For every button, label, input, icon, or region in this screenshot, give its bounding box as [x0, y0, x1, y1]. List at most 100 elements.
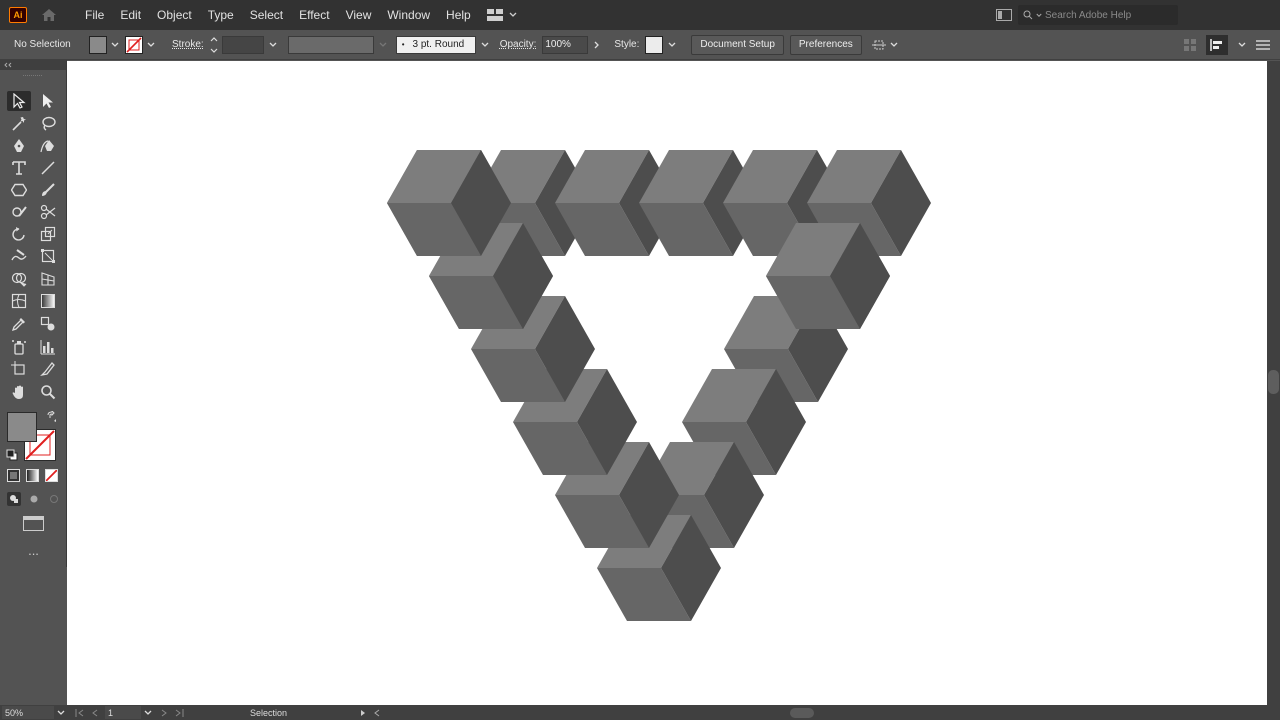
next-artboard-icon[interactable] [160, 709, 168, 717]
chevron-down-icon[interactable] [110, 40, 120, 50]
opacity-label[interactable]: Opacity: [500, 39, 537, 50]
preferences-button[interactable]: Preferences [789, 34, 862, 55]
direct-selection-tool[interactable] [36, 91, 60, 111]
last-artboard-icon[interactable] [174, 708, 184, 717]
vertical-scroll-thumb[interactable] [1268, 370, 1279, 394]
scissors-tool[interactable] [36, 202, 60, 222]
curvature-icon [40, 140, 54, 153]
graphic-style-swatch[interactable] [645, 35, 664, 54]
search-help-input[interactable]: Search Adobe Help [1018, 5, 1178, 25]
menu-file[interactable]: File [77, 0, 112, 30]
document-setup-button[interactable]: Document Setup [691, 34, 784, 55]
shape-builder-tool[interactable] [7, 269, 31, 289]
blend-tool[interactable] [36, 314, 60, 334]
menu-icon[interactable] [1256, 40, 1270, 50]
fill-color-swatch-front[interactable] [7, 412, 37, 442]
eyedropper-tool[interactable] [7, 314, 31, 334]
line-segment-tool[interactable] [36, 158, 60, 178]
gradient-tool[interactable] [36, 291, 60, 311]
home-icon[interactable] [39, 5, 59, 25]
stroke-label[interactable]: Stroke: [172, 39, 204, 50]
tools-panel-header[interactable] [0, 60, 66, 70]
zoom-level-field[interactable]: 50% [2, 706, 54, 719]
fill-swatch[interactable] [89, 35, 107, 54]
column-graph-tool[interactable] [36, 337, 60, 357]
polygon-tool[interactable] [7, 180, 31, 200]
none-mode-icon[interactable] [45, 469, 58, 482]
fill-color-control[interactable] [89, 35, 120, 54]
collapse-icon[interactable] [4, 62, 12, 68]
stroke-weight-input[interactable] [221, 35, 264, 54]
close-button[interactable] [1250, 0, 1280, 30]
scroll-left-icon[interactable] [374, 709, 380, 717]
chevron-right-icon[interactable] [592, 40, 602, 50]
status-menu-icon[interactable] [360, 709, 366, 717]
slice-tool[interactable] [36, 359, 60, 379]
magic-wand-tool[interactable] [7, 114, 31, 134]
chevron-down-icon[interactable] [146, 40, 156, 50]
impossible-triangle-artwork[interactable] [67, 61, 1267, 705]
menu-window[interactable]: Window [379, 0, 438, 30]
lasso-tool[interactable] [36, 114, 60, 134]
minimize-button[interactable] [1190, 0, 1220, 30]
menu-effect[interactable]: Effect [291, 0, 337, 30]
curvature-tool[interactable] [36, 136, 60, 156]
chevron-down-icon[interactable] [268, 40, 278, 50]
chevron-down-icon[interactable] [667, 40, 677, 50]
scale-tool[interactable] [36, 224, 60, 244]
draw-behind-icon[interactable] [27, 492, 41, 506]
chevron-down-icon[interactable] [1238, 42, 1246, 48]
paintbrush-tool[interactable] [36, 180, 60, 200]
tools-grip[interactable] [0, 70, 66, 80]
symbol-sprayer-tool[interactable] [7, 337, 31, 357]
free-transform-tool[interactable] [36, 246, 60, 266]
previous-artboard-icon[interactable] [91, 709, 99, 717]
menu-type[interactable]: Type [200, 0, 242, 30]
align-grid-icon[interactable] [1184, 39, 1196, 51]
mesh-tool[interactable] [7, 291, 31, 311]
perspective-grid-tool[interactable] [36, 269, 60, 289]
rotate-tool[interactable] [7, 224, 31, 244]
artboard-number-field[interactable]: 1 [105, 706, 141, 719]
menu-object[interactable]: Object [149, 0, 200, 30]
menu-help[interactable]: Help [438, 0, 479, 30]
warp-tool[interactable] [7, 246, 31, 266]
arrange-documents-button[interactable] [486, 9, 517, 21]
color-mode-icon[interactable] [7, 469, 20, 482]
swap-fill-stroke-icon[interactable] [46, 409, 58, 422]
more-tools-button[interactable]: ... [0, 544, 67, 557]
stroke-none-swatch[interactable] [125, 35, 143, 54]
shaper-tool[interactable] [7, 202, 31, 222]
pen-tool[interactable] [7, 136, 31, 156]
type-tool[interactable] [7, 158, 31, 178]
hand-tool[interactable] [7, 382, 31, 402]
chevron-down-icon[interactable] [378, 40, 388, 50]
default-fill-stroke-icon[interactable] [6, 448, 18, 461]
workspace-icon[interactable] [996, 9, 1012, 21]
align-panel-button[interactable] [1206, 35, 1228, 55]
artboard-tool[interactable] [7, 359, 31, 379]
maximize-button[interactable] [1220, 0, 1250, 30]
chevron-down-icon[interactable] [480, 40, 490, 50]
artboard-canvas[interactable] [67, 61, 1267, 705]
first-artboard-icon[interactable] [75, 708, 85, 717]
selection-tool[interactable] [7, 91, 31, 111]
gradient-mode-icon[interactable] [26, 469, 39, 482]
brush-definition-field[interactable]: • 3 pt. Round [395, 35, 476, 54]
draw-normal-icon[interactable] [7, 492, 21, 506]
chevron-down-icon[interactable] [57, 710, 65, 716]
stroke-weight-stepper[interactable] [210, 36, 220, 54]
menu-view[interactable]: View [338, 0, 380, 30]
menu-select[interactable]: Select [242, 0, 291, 30]
variable-width-profile[interactable] [287, 35, 374, 54]
stroke-color-control[interactable] [125, 35, 156, 54]
draw-inside-icon[interactable] [47, 492, 61, 506]
horizontal-scroll-thumb[interactable] [790, 707, 814, 718]
arrange-documents-icon [486, 9, 503, 21]
chevron-down-icon[interactable] [144, 710, 152, 716]
zoom-tool[interactable] [36, 382, 60, 402]
menu-edit[interactable]: Edit [112, 0, 149, 30]
opacity-input[interactable]: 100% [542, 35, 589, 54]
transform-options-button[interactable] [871, 38, 898, 52]
screen-mode-icon[interactable] [23, 516, 44, 531]
